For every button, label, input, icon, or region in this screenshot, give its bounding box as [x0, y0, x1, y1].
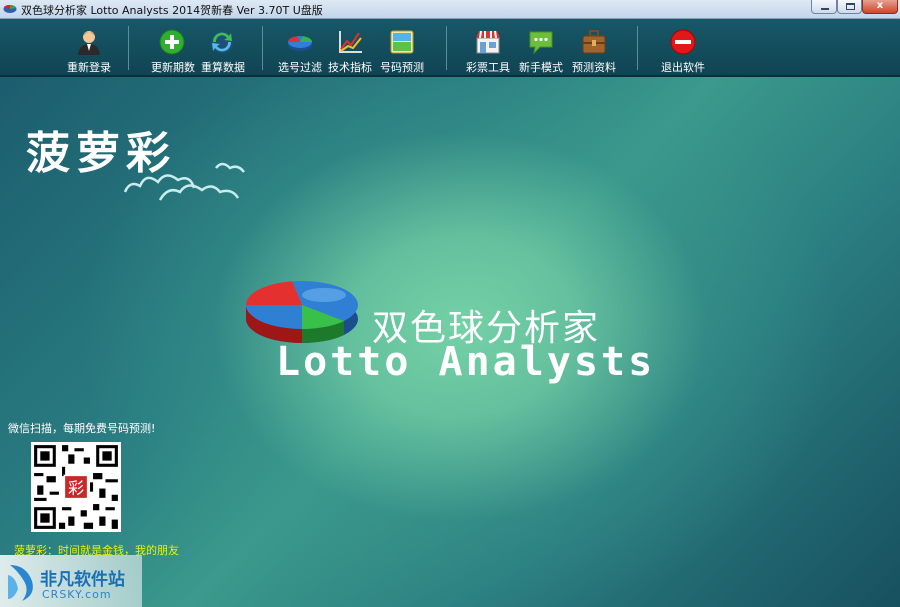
user-login-icon: [78, 31, 100, 55]
tool-label: 重新登录: [67, 61, 111, 74]
app-window: 双色球分析家 Lotto Analysts 2014贺新春 Ver 3.70T …: [0, 0, 900, 607]
window-title: 双色球分析家 Lotto Analysts 2014贺新春 Ver 3.70T …: [21, 4, 323, 17]
watermark-logo-icon: [8, 565, 33, 601]
tool-label: 预测资料: [572, 61, 616, 74]
close-icon: x: [876, 0, 884, 11]
pie-chart-logo-icon: [245, 281, 358, 344]
minimize-icon: [821, 8, 829, 10]
wechat-scan-tip: 微信扫描，每期免费号码预测!: [8, 422, 156, 435]
toolbar-separator: [128, 26, 129, 70]
wechat-qr-code: 彩: [31, 442, 121, 532]
recalculate-icon: [211, 31, 233, 53]
tool-label: 重算数据: [201, 61, 245, 74]
watermark-text-en: CRSKY.com: [42, 588, 112, 601]
app-title-en: Lotto Analysts: [276, 339, 656, 385]
tool-label: 彩票工具: [466, 61, 510, 74]
relogin-button[interactable]: 重新登录: [62, 19, 116, 75]
maximize-button[interactable]: [837, 0, 862, 14]
tool-label: 号码预测: [380, 61, 424, 74]
toolbar-separator: [637, 26, 638, 70]
qr-center-text: 彩: [68, 479, 84, 498]
lottery-tools-button[interactable]: 彩票工具: [462, 19, 514, 75]
tool-label: 新手模式: [519, 61, 563, 74]
technical-indicator-button[interactable]: 技术指标: [324, 19, 376, 75]
forecast-data-button[interactable]: 预测资料: [566, 19, 622, 75]
update-periods-button[interactable]: 更新期数: [146, 19, 200, 75]
number-forecast-button[interactable]: 号码预测: [376, 19, 428, 75]
watermark-text-cn: 非凡软件站: [40, 570, 125, 590]
forecast-icon: [390, 30, 414, 54]
app-icon: [3, 4, 17, 13]
main-area: 菠萝彩 双色球分析家 Lotto Analysts 微信扫描，每期免费号码预测!: [0, 77, 900, 607]
maximize-icon: [846, 3, 855, 10]
close-button[interactable]: x: [862, 0, 898, 14]
title-bar: 双色球分析家 Lotto Analysts 2014贺新春 Ver 3.70T …: [0, 0, 900, 19]
tools-shop-icon: [476, 30, 500, 54]
exit-icon: [670, 29, 696, 55]
briefcase-icon: [582, 30, 606, 54]
pie-filter-icon: [288, 36, 312, 51]
beginner-mode-button[interactable]: 新手模式: [514, 19, 568, 75]
number-filter-button[interactable]: 选号过滤: [274, 19, 326, 75]
add-icon: [159, 29, 185, 55]
tool-label: 技术指标: [328, 61, 372, 74]
cloud-decoration-icon: [123, 162, 245, 201]
toolbar: 重新登录 更新期数 重算数据 选号过滤 技术指标 号码预测 彩票工具 新手模式 …: [0, 19, 900, 77]
tool-label: 更新期数: [151, 61, 195, 74]
exit-button[interactable]: 退出软件: [656, 19, 710, 75]
tool-label: 选号过滤: [278, 61, 322, 74]
tool-label: 退出软件: [661, 61, 705, 74]
toolbar-separator: [446, 26, 447, 70]
chat-icon: [529, 31, 553, 55]
minimize-button[interactable]: [811, 0, 837, 14]
chart-indicator-icon: [339, 31, 362, 53]
recalculate-button[interactable]: 重算数据: [196, 19, 250, 75]
toolbar-separator: [262, 26, 263, 70]
